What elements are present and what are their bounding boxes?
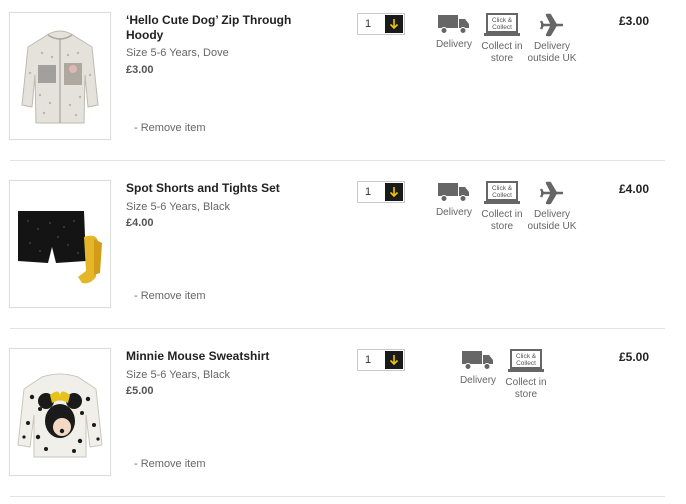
truck-icon xyxy=(438,183,469,202)
click-collect-text-2: Collect xyxy=(516,360,536,367)
collect-option[interactable]: Click & Collect Collect in store xyxy=(503,349,549,401)
quantity-dropdown-button[interactable] xyxy=(385,351,403,369)
line-total: £5.00 xyxy=(618,350,649,364)
arrow-down-icon xyxy=(389,355,399,366)
product-title[interactable]: Spot Shorts and Tights Set xyxy=(126,181,301,196)
click-collect-text-2: Collect xyxy=(492,24,512,31)
shorts-tights-image xyxy=(18,211,102,284)
click-collect-text-2: Collect xyxy=(492,192,512,199)
outside-uk-option[interactable]: Delivery outside UK xyxy=(526,181,578,233)
click-collect-text-1: Click & xyxy=(492,185,513,192)
outside-uk-label: Delivery outside UK xyxy=(527,41,577,64)
line-total: £4.00 xyxy=(618,182,649,196)
outside-uk-label: Delivery outside UK xyxy=(527,209,577,232)
delivery-label: Delivery xyxy=(435,207,473,218)
remove-item-button[interactable]: - Remove item xyxy=(134,290,206,302)
hoody-image xyxy=(21,30,99,124)
collect-label: Collect in store xyxy=(481,209,523,232)
quantity-select[interactable]: 1 xyxy=(357,349,405,371)
product-image[interactable] xyxy=(9,12,111,140)
click-collect-text-1: Click & xyxy=(516,353,537,360)
product-image[interactable] xyxy=(9,348,111,476)
remove-item-button[interactable]: - Remove item xyxy=(134,122,206,134)
basket-item: Spot Shorts and Tights Set Size 5-6 Year… xyxy=(0,168,686,336)
product-image[interactable] xyxy=(9,180,111,308)
collect-option[interactable]: Click & Collect Collect in store xyxy=(479,13,525,65)
divider xyxy=(10,496,665,497)
minnie-sweatshirt-image xyxy=(17,373,103,458)
airplane-icon xyxy=(539,181,563,205)
click-collect-icon: Click & Collect xyxy=(484,13,520,36)
airplane-icon xyxy=(539,13,563,37)
quantity-value: 1 xyxy=(365,186,372,198)
remove-item-button[interactable]: - Remove item xyxy=(134,458,206,470)
collect-label: Collect in store xyxy=(505,377,547,400)
unit-price: £4.00 xyxy=(126,217,154,229)
collect-label: Collect in store xyxy=(481,41,523,64)
product-title[interactable]: Minnie Mouse Sweatshirt xyxy=(126,349,301,364)
quantity-dropdown-button[interactable] xyxy=(385,15,403,33)
delivery-label: Delivery xyxy=(459,375,497,386)
divider xyxy=(10,160,665,161)
unit-price: £3.00 xyxy=(126,64,154,76)
product-details: Size 5-6 Years, Dove xyxy=(126,47,229,59)
click-collect-text-1: Click & xyxy=(492,17,513,24)
quantity-select[interactable]: 1 xyxy=(357,181,405,203)
arrow-down-icon xyxy=(389,19,399,30)
product-details: Size 5-6 Years, Black xyxy=(126,201,230,213)
delivery-label: Delivery xyxy=(435,39,473,50)
delivery-option[interactable]: Delivery xyxy=(432,181,476,219)
basket-item: ‘Hello Cute Dog’ Zip Through Hoody Size … xyxy=(0,0,686,168)
quantity-value: 1 xyxy=(365,354,372,366)
product-details: Size 5-6 Years, Black xyxy=(126,369,230,381)
basket-item: Minnie Mouse Sweatshirt Size 5-6 Years, … xyxy=(0,336,686,504)
truck-icon xyxy=(462,351,493,370)
quantity-select[interactable]: 1 xyxy=(357,13,405,35)
truck-icon xyxy=(438,15,469,34)
product-title[interactable]: ‘Hello Cute Dog’ Zip Through Hoody xyxy=(126,13,301,43)
quantity-value: 1 xyxy=(365,18,372,30)
quantity-dropdown-button[interactable] xyxy=(385,183,403,201)
unit-price: £5.00 xyxy=(126,385,154,397)
line-total: £3.00 xyxy=(618,14,649,28)
delivery-option[interactable]: Delivery xyxy=(456,349,500,387)
delivery-option[interactable]: Delivery xyxy=(432,13,476,51)
divider xyxy=(10,328,665,329)
click-collect-icon: Click & Collect xyxy=(508,349,544,372)
outside-uk-option[interactable]: Delivery outside UK xyxy=(526,13,578,65)
collect-option[interactable]: Click & Collect Collect in store xyxy=(479,181,525,233)
arrow-down-icon xyxy=(389,187,399,198)
click-collect-icon: Click & Collect xyxy=(484,181,520,204)
